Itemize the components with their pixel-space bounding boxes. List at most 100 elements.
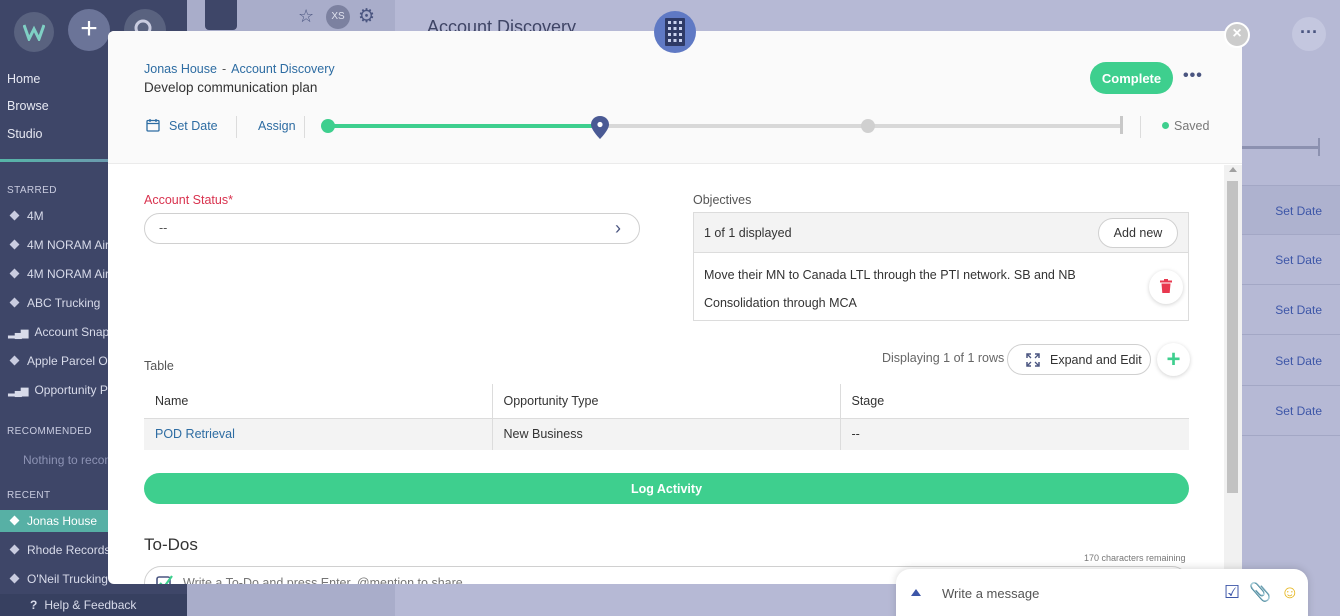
question-icon: ? [30,598,38,612]
recent-heading: RECENT [7,490,51,501]
modal-scrollbar[interactable] [1224,165,1242,584]
chat-widget: Write a message ☑ 📎 ☺ [896,569,1308,616]
stage-node[interactable] [321,119,335,133]
stage-progress-fill [328,124,606,128]
table-row: Set Date [1242,386,1340,436]
toolbar-divider [1140,116,1141,138]
bar-chart-icon: ▂▄▆ [8,386,28,397]
nav-studio[interactable]: Studio [7,127,42,141]
diamond-icon [9,239,20,250]
assign-button[interactable]: Assign [258,119,296,133]
saved-dot-icon [1162,122,1169,129]
task-title: Develop communication plan [144,80,318,95]
calendar-icon [146,119,160,132]
diamond-icon [9,573,20,584]
account-status-select[interactable]: -- › [144,213,640,244]
diamond-icon [9,268,20,279]
building-icon [205,0,237,30]
breadcrumb: Jonas House - Account Discovery [144,62,335,76]
expand-and-edit-button[interactable]: Expand and Edit [1007,344,1151,375]
objectives-panel: 1 of 1 displayed Add new Move their MN t… [693,212,1189,321]
diamond-icon [9,544,20,555]
todos-title: To-Dos [144,535,198,554]
table-row: Set Date [1242,336,1340,386]
background-progress-line [1242,146,1320,149]
table-row: Set Date [1242,285,1340,335]
column-header-stage[interactable]: Stage [840,384,1189,419]
set-date-button[interactable]: Set Date [169,119,218,133]
set-date-link[interactable]: Set Date [1275,404,1322,418]
help-feedback-link[interactable]: ? Help & Feedback [0,594,187,616]
table-row: Set Date [1242,185,1340,235]
diamond-icon [9,355,20,366]
objectives-label: Objectives [693,193,752,207]
account-status-label: Account Status* [144,193,233,207]
delete-objective-button[interactable] [1149,270,1183,304]
scroll-up-icon[interactable] [1229,167,1237,172]
characters-remaining: 170 characters remaining [1084,553,1186,563]
avatar[interactable]: XS [326,5,350,29]
objectives-count: 1 of 1 displayed [704,226,792,240]
column-header-opportunity-type[interactable]: Opportunity Type [492,384,841,419]
table-label: Table [144,359,174,373]
table-row: Set Date [1242,235,1340,285]
row-name-link[interactable]: POD Retrieval [144,418,493,450]
chat-message-input[interactable]: Write a message [942,586,1039,601]
recommended-heading: RECOMMENDED [7,426,92,437]
stage-node[interactable] [860,119,875,133]
gear-icon[interactable]: ⚙ [358,5,375,28]
set-date-link[interactable]: Set Date [1275,303,1322,317]
objectives-header: 1 of 1 displayed Add new [694,213,1188,253]
set-date-link[interactable]: Set Date [1275,354,1322,368]
diamond-icon [9,210,20,221]
row-stage: -- [840,418,1189,450]
emoji-check-icon[interactable]: ☑ [1224,582,1240,602]
starred-heading: STARRED [7,185,57,196]
trash-icon [1160,279,1172,293]
more-options-icon[interactable]: ••• [1183,67,1203,85]
set-date-link[interactable]: Set Date [1275,253,1322,267]
task-modal: Jonas House - Account Discovery Develop co… [108,31,1242,584]
paperclip-icon[interactable]: 📎 [1249,582,1271,602]
log-activity-button[interactable]: Log Activity [144,473,1189,504]
stage-progress-track[interactable] [321,119,1122,133]
chevron-right-icon: › [615,218,621,238]
building-icon [654,11,696,53]
nav-home[interactable]: Home [7,72,40,86]
column-header-name[interactable]: Name [144,384,493,419]
more-options-icon[interactable]: ··· [1292,17,1326,51]
expand-icon [1026,353,1040,367]
current-stage-marker-icon[interactable] [590,115,610,141]
toolbar-divider [236,116,237,138]
table-row: POD Retrieval New Business -- [144,418,1189,450]
saved-status: Saved [1162,119,1209,133]
add-objective-button[interactable]: Add new [1098,218,1178,248]
star-icon[interactable]: ☆ [298,6,314,27]
checkbox-icon [156,575,173,584]
chat-actions: ☑ 📎 ☺ [1224,582,1299,603]
diamond-icon [9,297,20,308]
background-progress-end [1318,138,1320,156]
opportunities-table: Name Opportunity Type Stage POD Retrieva… [144,384,1189,450]
bar-chart-icon: ▂▄▆ [8,328,28,339]
toolbar-divider [304,116,305,138]
modal-body: Account Status* -- › Objectives 1 of 1 d… [108,165,1224,584]
breadcrumb-account[interactable]: Jonas House [144,62,217,76]
complete-button[interactable]: Complete [1090,62,1173,94]
create-button[interactable]: + [68,9,110,51]
logo-icon[interactable] [14,12,54,52]
close-modal-button[interactable]: × [1224,22,1250,48]
stage-progress-end [1120,116,1123,134]
scrollbar-thumb[interactable] [1227,181,1238,493]
row-opportunity-type: New Business [492,418,841,450]
nav-browse[interactable]: Browse [7,99,49,113]
set-date-link[interactable]: Set Date [1275,204,1322,218]
caret-up-icon[interactable] [911,589,921,596]
smiley-icon[interactable]: ☺ [1281,582,1299,602]
recommended-empty: Nothing to recom [23,453,115,467]
rows-count: Displaying 1 of 1 rows [882,351,1005,365]
add-row-button[interactable]: + [1157,343,1190,376]
diamond-icon [9,515,20,526]
breadcrumb-stage[interactable]: Account Discovery [231,62,335,76]
objective-item[interactable]: Move their MN to Canada LTL through the … [704,261,1144,317]
